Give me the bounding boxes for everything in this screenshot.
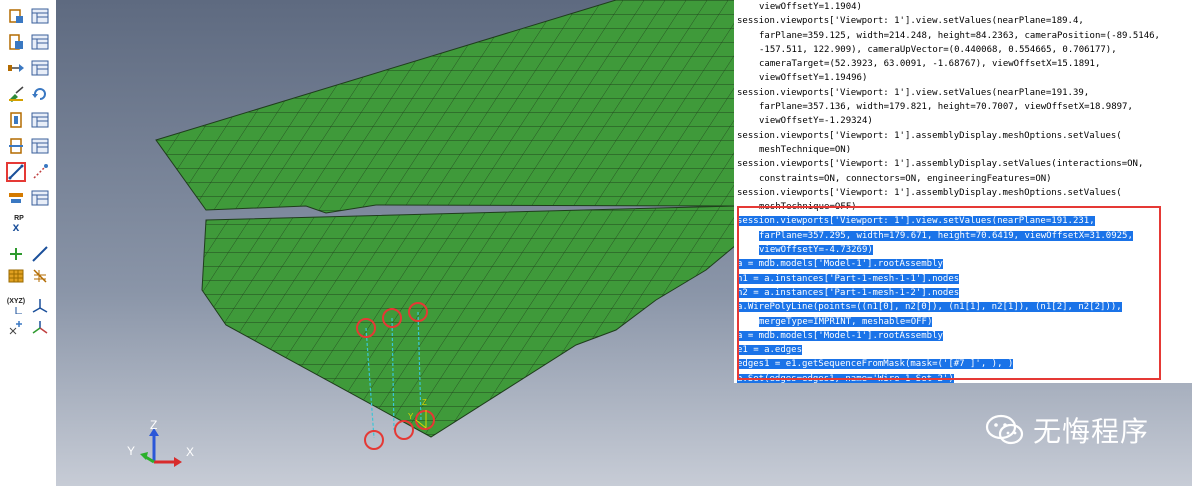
set-icon[interactable] [30, 318, 50, 338]
console-line-text: mergeType=IMPRINT, meshable=OFF) [759, 316, 933, 327]
console-line-text: a.Set(edges=edges1, name='Wire-1-Set-2') [737, 373, 954, 383]
console-line-text: n1 = a.instances['Part-1-mesh-1-1'].node… [737, 273, 960, 284]
console-line: -157.511, 122.909), cameraUpVector=(0.44… [734, 43, 1192, 57]
console-line-text: session.viewports['Viewport: 1'].view.se… [737, 216, 1095, 227]
console-line-text: viewOffsetY=-4.73269) [759, 245, 873, 256]
console-line-text: a = mdb.models['Model-1'].rootAssembly [737, 259, 943, 270]
triad-y-label: Y [127, 444, 136, 458]
console-line: session.viewports['Viewport: 1'].assembl… [734, 157, 1192, 171]
console-line: viewOffsetY=1.19496) [734, 71, 1192, 85]
feature-manager-icon[interactable] [30, 110, 50, 130]
console-line: meshTechnique=OFF) [734, 200, 1192, 214]
console-line: edges1 = e1.getSequenceFromMask(mask=('[… [734, 357, 1192, 371]
console-line: session.viewports['Viewport: 1'].assembl… [734, 129, 1192, 143]
console-line-text: -157.511, 122.909), cameraUpVector=(0.44… [759, 44, 1117, 55]
console-line-text: session.viewports['Viewport: 1'].assembl… [737, 159, 1144, 170]
console-line: session.viewports['Viewport: 1'].view.se… [734, 214, 1192, 228]
watermark: 无悔程序 [985, 410, 1149, 450]
local-z-label: Z [422, 398, 427, 407]
console-line-text: a.WirePolyLine(points=((n1[0], n2[0]), (… [737, 302, 1122, 313]
console-line: farPlane=357.295, width=179.671, height=… [734, 229, 1192, 243]
create-part-icon[interactable] [6, 6, 26, 26]
create-instance-icon[interactable] [6, 32, 26, 52]
console-line-text: e1 = a.edges [737, 345, 803, 356]
upper-mesh-plate [155, 0, 737, 214]
datum-manager-icon[interactable] [30, 188, 50, 208]
console-line: e1 = a.edges [734, 343, 1192, 357]
datum-plane-icon[interactable] [6, 266, 26, 286]
console-line: n1 = a.instances['Part-1-mesh-1-1'].node… [734, 272, 1192, 286]
datum-icon[interactable] [6, 188, 26, 208]
console-line: constraints=ON, connectors=ON, engineeri… [734, 172, 1192, 186]
console-line-text: session.viewports['Viewport: 1'].assembl… [737, 130, 1122, 141]
console-line: meshTechnique=ON) [734, 143, 1192, 157]
partition-icon[interactable] [30, 266, 50, 286]
console-line-text: viewOffsetY=-1.29324) [759, 116, 873, 127]
console-line: cameraTarget=(52.3923, 63.0091, -1.68767… [734, 57, 1192, 71]
csys-label: (XYZ) [6, 298, 26, 305]
console-line-text: farPlane=357.136, width=179.821, height=… [759, 102, 1133, 113]
watermark-text: 无悔程序 [1033, 415, 1150, 448]
console-line: a = mdb.models['Model-1'].rootAssembly [734, 329, 1192, 343]
console-line-text: session.viewports['Viewport: 1'].view.se… [737, 87, 1090, 98]
datum-point-icon[interactable] [6, 244, 26, 264]
console-line-text: cameraTarget=(52.3923, 63.0091, -1.68767… [759, 59, 1101, 70]
console-line-text: session.viewports['Viewport: 1'].view.se… [737, 16, 1084, 27]
datum-axis-icon[interactable] [30, 244, 50, 264]
attachment-points-icon[interactable] [30, 162, 50, 182]
console-line: session.viewports['Viewport: 1'].view.se… [734, 86, 1192, 100]
merge-cut-icon[interactable] [6, 84, 26, 104]
console-line: a.WirePolyLine(points=((n1[0], n2[0]), (… [734, 300, 1192, 314]
console-line-text: viewOffsetY=1.1904) [759, 2, 862, 12]
console-line-text: farPlane=359.125, width=214.248, height=… [759, 30, 1160, 41]
create-wire-icon[interactable] [6, 162, 26, 182]
console-line: farPlane=357.136, width=179.821, height=… [734, 100, 1192, 114]
constraint-icon[interactable] [6, 136, 26, 156]
wechat-icon [985, 414, 1024, 445]
console-line-text: viewOffsetY=1.19496) [759, 73, 868, 84]
console-line: n2 = a.instances['Part-1-mesh-1-2'].node… [734, 286, 1192, 300]
console-line: session.viewports['Viewport: 1'].assembl… [734, 186, 1192, 200]
console-line-text: meshTechnique=OFF) [759, 202, 857, 213]
console-line: farPlane=359.125, width=214.248, height=… [734, 29, 1192, 43]
command-replay-panel[interactable]: viewOffsetY=1.1904) session.viewports['Vi… [734, 0, 1192, 383]
console-line-text: a = mdb.models['Model-1'].rootAssembly [737, 330, 943, 341]
assembly-toolbox: RP x (XYZ) [0, 0, 57, 486]
regenerate-icon[interactable] [30, 84, 50, 104]
console-line-text: edges1 = e1.getSequenceFromMask(mask=('[… [737, 359, 1014, 370]
console-line: viewOffsetY=-1.29324) [734, 114, 1192, 128]
console-line-text: n2 = a.instances['Part-1-mesh-1-2'].node… [737, 287, 960, 298]
console-line: viewOffsetY=1.1904) [734, 0, 1192, 14]
datum-csys-icon[interactable] [30, 296, 50, 316]
triad-x-label: X [186, 445, 195, 459]
console-line: session.viewports['Viewport: 1'].view.se… [734, 14, 1192, 28]
console-line: a.Set(edges=edges1, name='Wire-1-Set-2') [734, 372, 1192, 383]
part-manager-icon[interactable] [30, 6, 50, 26]
reference-point-glyph: x [12, 220, 20, 234]
mesh-edit-icon[interactable] [6, 318, 26, 338]
console-line-text: constraints=ON, connectors=ON, engineeri… [759, 173, 1052, 184]
console-line: a = mdb.models['Model-1'].rootAssembly [734, 257, 1192, 271]
constraint-manager-icon[interactable] [30, 136, 50, 156]
instance-manager-icon[interactable] [30, 58, 50, 78]
console-line-text: farPlane=357.295, width=179.671, height=… [759, 230, 1133, 241]
translate-instance-icon[interactable] [6, 58, 26, 78]
reference-point-icon[interactable]: RP x [6, 214, 26, 234]
local-y-label: Y [408, 412, 414, 421]
lower-mesh-plate [201, 205, 737, 438]
console-line-text: session.viewports['Viewport: 1'].assembl… [737, 187, 1122, 198]
feature-icon[interactable] [6, 110, 26, 130]
triad-z-label: Z [150, 418, 158, 432]
csys-icon[interactable]: (XYZ) [6, 296, 26, 316]
console-line-text: meshTechnique=ON) [759, 144, 852, 155]
instance-manager-icon[interactable] [30, 32, 50, 52]
console-line: mergeType=IMPRINT, meshable=OFF) [734, 315, 1192, 329]
console-line: viewOffsetY=-4.73269) [734, 243, 1192, 257]
